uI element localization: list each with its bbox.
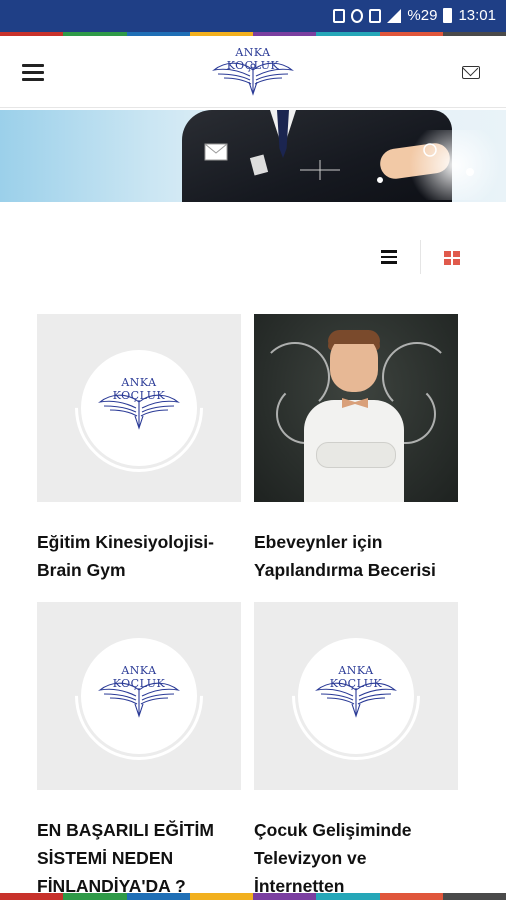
- article-card[interactable]: ANKA KOÇLUK Eğitim Kinesiyolojisi- Brain…: [37, 314, 241, 584]
- article-title[interactable]: Eğitim Kinesiyolojisi- Brain Gym: [37, 528, 241, 584]
- bottom-color-stripe: [0, 893, 506, 900]
- mute-icon: [351, 8, 364, 23]
- battery-icon: [443, 8, 453, 23]
- status-bar: %29 13:01: [0, 0, 506, 32]
- article-card[interactable]: ANKA KOÇLUK EN BAŞARILI EĞİTİM SİSTEMİ N…: [37, 602, 241, 900]
- hamburger-menu-icon[interactable]: [22, 64, 44, 82]
- article-card[interactable]: Ebeveynler için Yapılandırma Becerisi: [254, 314, 458, 584]
- tech-icons-overlay: [204, 143, 474, 183]
- hero-banner: [0, 110, 506, 202]
- phoenix-icon: [98, 394, 180, 430]
- placeholder-logo: ANKA KOÇLUK: [95, 664, 183, 726]
- list-view-icon[interactable]: [381, 250, 397, 264]
- placeholder-logo: ANKA KOÇLUK: [312, 664, 400, 726]
- crossed-arms: [316, 442, 396, 468]
- article-thumbnail: ANKA KOÇLUK: [37, 314, 241, 502]
- placeholder-logo: ANKA KOÇLUK: [95, 376, 183, 438]
- article-title[interactable]: EN BAŞARILI EĞİTİM SİSTEMİ NEDEN FİNLAND…: [37, 816, 241, 900]
- article-title[interactable]: Çocuk Gelişiminde Televizyon ve İnternet…: [254, 816, 458, 900]
- mail-icon[interactable]: [462, 66, 480, 79]
- article-thumbnail: [254, 314, 458, 502]
- article-card[interactable]: ANKA KOÇLUK Çocuk Gelişiminde Televizyon…: [254, 602, 458, 900]
- phoenix-icon: [315, 682, 397, 718]
- wifi-call-icon: [369, 8, 382, 23]
- signal-icon: [387, 8, 402, 23]
- view-toggle: [0, 240, 506, 276]
- clock: 13:01: [458, 7, 496, 24]
- app-bar: ANKA KOÇLUK: [0, 36, 506, 108]
- battery-percent: %29: [407, 7, 438, 24]
- article-thumbnail: ANKA KOÇLUK: [254, 602, 458, 790]
- brand-logo[interactable]: ANKA KOÇLUK: [210, 44, 296, 102]
- article-thumbnail: ANKA KOÇLUK: [37, 602, 241, 790]
- grid-view-icon[interactable]: [444, 251, 460, 265]
- boy-hair-top: [328, 330, 380, 344]
- toggle-divider: [420, 240, 421, 274]
- alarm-icon: [333, 8, 346, 23]
- phoenix-icon: [212, 62, 294, 96]
- article-title[interactable]: Ebeveynler için Yapılandırma Becerisi: [254, 528, 458, 584]
- phoenix-icon: [98, 682, 180, 718]
